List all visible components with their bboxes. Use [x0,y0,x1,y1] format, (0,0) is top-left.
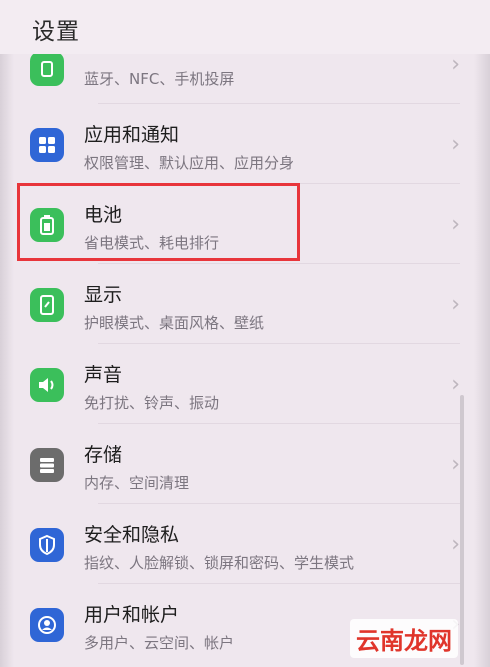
settings-item-sound-subtitle: 免打扰、铃声、振动 [84,394,220,412]
chevron-right-icon: › [451,292,460,317]
scrollbar[interactable] [460,395,464,665]
display-icon [30,288,64,322]
settings-item-security-subtitle: 指纹、人脸解锁、锁屏和密码、学生模式 [84,554,355,572]
watermark-logo: 云南龙网 [350,619,458,658]
settings-item-storage-subtitle: 内存、空间清理 [84,474,190,492]
chevron-right-icon: › [451,372,460,397]
chevron-right-icon: › [451,532,460,557]
chevron-right-icon: › [451,212,460,237]
user-icon [30,608,64,642]
page-title: 设置 [32,19,80,45]
highlight-box [17,183,300,261]
settings-item-storage[interactable]: 存储 内存、空间清理 › [14,424,474,504]
settings-item-sound[interactable]: 声音 免打扰、铃声、振动 › [14,344,474,424]
speaker-icon [30,368,64,402]
chevron-right-icon: › [451,52,460,77]
apps-grid-icon [30,128,64,162]
top-bar: 设置 [0,0,490,54]
settings-item-apps-title: 应用和通知 [84,124,180,146]
settings-item-apps-subtitle: 权限管理、默认应用、应用分身 [84,154,295,172]
settings-item-users-subtitle: 多用户、云空间、帐户 [84,634,235,652]
settings-item-connectivity-subtitle: 蓝牙、NFC、手机投屏 [84,70,235,88]
chevron-right-icon: › [451,452,460,477]
settings-item-security-title: 安全和隐私 [84,524,180,546]
chevron-right-icon: › [451,132,460,157]
settings-item-security[interactable]: 安全和隐私 指纹、人脸解锁、锁屏和密码、学生模式 › [14,504,474,584]
settings-item-storage-title: 存储 [84,444,123,466]
bluetooth-icon [30,52,64,86]
settings-item-users-title: 用户和帐户 [84,604,180,626]
storage-icon [30,448,64,482]
settings-list: 蓝牙、NFC、手机投屏 › 应用和通知 权限管理、默认应用、应用分身 › 电池 … [0,0,490,667]
shield-icon [30,528,64,562]
settings-item-display-title: 显示 [84,284,123,306]
settings-item-sound-title: 声音 [84,364,123,386]
settings-item-apps[interactable]: 应用和通知 权限管理、默认应用、应用分身 › [14,104,474,184]
settings-item-display-subtitle: 护眼模式、桌面风格、壁纸 [84,314,265,332]
settings-item-display[interactable]: 显示 护眼模式、桌面风格、壁纸 › [14,264,474,344]
